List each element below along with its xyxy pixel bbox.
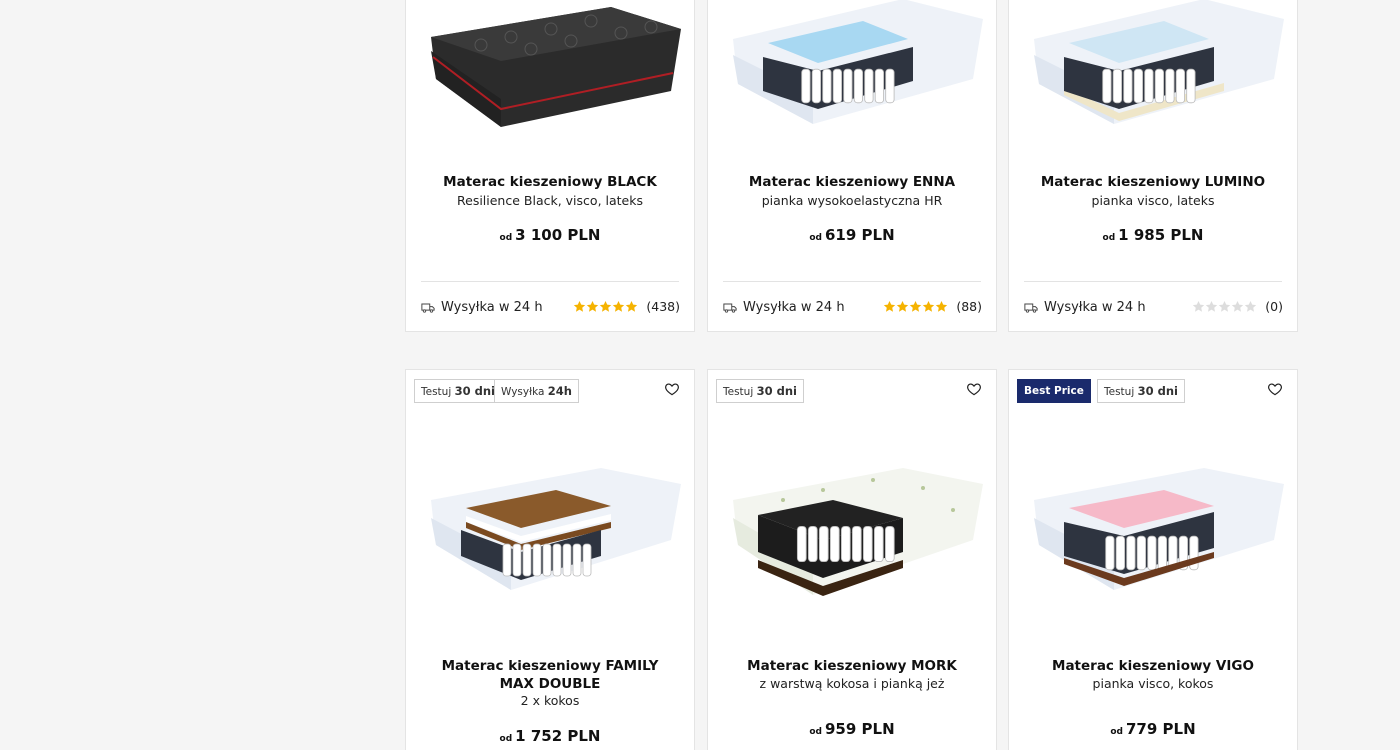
price-value: 1 752 PLN: [515, 727, 601, 745]
product-title[interactable]: Materac kieszeniowy ENNA: [728, 173, 976, 191]
star-icon: [1231, 300, 1244, 313]
product-subtitle: Resilience Black, visco, lateks: [457, 193, 643, 208]
rating-stars: [1192, 300, 1257, 313]
product-title[interactable]: Materac kieszeniowy FAMILY MAX DOUBLE: [426, 657, 674, 693]
price-value: 959 PLN: [825, 720, 895, 738]
product-title[interactable]: Materac kieszeniowy VIGO: [1029, 657, 1277, 675]
best-price-badge: Best Price: [1017, 379, 1091, 403]
divider: [1024, 281, 1282, 282]
star-icon: [573, 300, 586, 313]
heart-icon[interactable]: [966, 381, 982, 397]
heart-icon[interactable]: [1267, 381, 1283, 397]
price-value: 779 PLN: [1126, 720, 1196, 738]
review-count: (0): [1265, 299, 1283, 314]
star-icon: [935, 300, 948, 313]
truck-icon: [421, 302, 435, 313]
product-subtitle: pianka visco, kokos: [1092, 676, 1214, 691]
product-subtitle: pianka wysokoelastyczna HR: [761, 193, 943, 208]
star-icon: [896, 300, 909, 313]
price-value: 619 PLN: [825, 226, 895, 244]
heart-icon[interactable]: [664, 381, 680, 397]
star-icon: [599, 300, 612, 313]
black-mattress-image[interactable]: [421, 0, 681, 139]
price-prefix: od: [809, 233, 822, 243]
shipping-info: Wysyłka w 24 h: [421, 300, 543, 315]
price-prefix: od: [499, 233, 513, 243]
product-rating[interactable]: (438): [573, 299, 680, 314]
test-30-days-badge: Testuj 30 dni: [716, 379, 804, 403]
product-card[interactable]: Materac kieszeniowy ENNA pianka wysokoel…: [707, 0, 997, 332]
product-subtitle: z warstwą kokosa i pianką jeż: [759, 676, 945, 691]
product-card[interactable]: Testuj 30 dni Materac kieszeniowy MORK z…: [707, 369, 997, 750]
divider: [421, 281, 679, 282]
rating-stars: [883, 300, 948, 313]
star-icon: [625, 300, 638, 313]
truck-icon: [1024, 302, 1038, 313]
product-price: od 959 PLN: [728, 720, 976, 738]
shipping-info: Wysyłka w 24 h: [723, 300, 845, 315]
price-value: 1 985 PLN: [1118, 226, 1204, 244]
star-icon: [1218, 300, 1231, 313]
product-price: od 3 100 PLN: [426, 226, 674, 244]
rating-stars: [573, 300, 638, 313]
product-subtitle: pianka visco, lateks: [1091, 193, 1215, 208]
divider: [723, 281, 981, 282]
product-card[interactable]: Materac kieszeniowy LUMINO pianka visco,…: [1008, 0, 1298, 332]
product-title[interactable]: Materac kieszeniowy BLACK: [426, 173, 674, 191]
review-count: (438): [646, 299, 680, 314]
vigo-mattress-image[interactable]: [1024, 460, 1284, 600]
product-price: od 779 PLN: [1029, 720, 1277, 738]
product-card[interactable]: Best Price Testuj 30 dni Materac kieszen…: [1008, 369, 1298, 750]
product-price: od 1 752 PLN: [426, 727, 674, 745]
shipping-label: Wysyłka w 24 h: [441, 300, 543, 315]
test-30-days-badge: Testuj 30 dni: [414, 379, 502, 403]
lumino-mattress-image[interactable]: [1024, 0, 1284, 139]
price-prefix: od: [1110, 727, 1123, 737]
product-price: od 1 985 PLN: [1029, 226, 1277, 244]
star-icon: [1205, 300, 1218, 313]
product-title[interactable]: Materac kieszeniowy MORK: [728, 657, 976, 675]
test-30-days-badge: Testuj 30 dni: [1097, 379, 1185, 403]
star-icon: [883, 300, 896, 313]
star-icon: [909, 300, 922, 313]
family-max-double-mattress-image[interactable]: [421, 460, 681, 600]
price-value: 3 100 PLN: [515, 226, 601, 244]
shipping-info: Wysyłka w 24 h: [1024, 300, 1146, 315]
product-card[interactable]: Materac kieszeniowy BLACK Resilience Bla…: [405, 0, 695, 332]
star-icon: [612, 300, 625, 313]
review-count: (88): [956, 299, 982, 314]
enna-mattress-image[interactable]: [723, 0, 983, 139]
product-rating[interactable]: (0): [1192, 299, 1283, 314]
price-prefix: od: [809, 727, 822, 737]
star-icon: [586, 300, 599, 313]
mork-mattress-image[interactable]: [723, 460, 983, 600]
shipping-label: Wysyłka w 24 h: [743, 300, 845, 315]
product-price: od 619 PLN: [728, 226, 976, 244]
price-prefix: od: [1102, 233, 1116, 243]
star-icon: [1244, 300, 1257, 313]
product-card[interactable]: Testuj 30 dni Wysyłka 24h Materac kiesze…: [405, 369, 695, 750]
price-prefix: od: [499, 734, 513, 744]
star-icon: [922, 300, 935, 313]
product-subtitle: 2 x kokos: [520, 693, 580, 708]
shipping-label: Wysyłka w 24 h: [1044, 300, 1146, 315]
truck-icon: [723, 302, 737, 313]
shipping-24h-badge: Wysyłka 24h: [494, 379, 579, 403]
star-icon: [1192, 300, 1205, 313]
product-rating[interactable]: (88): [883, 299, 982, 314]
product-title[interactable]: Materac kieszeniowy LUMINO: [1029, 173, 1277, 191]
